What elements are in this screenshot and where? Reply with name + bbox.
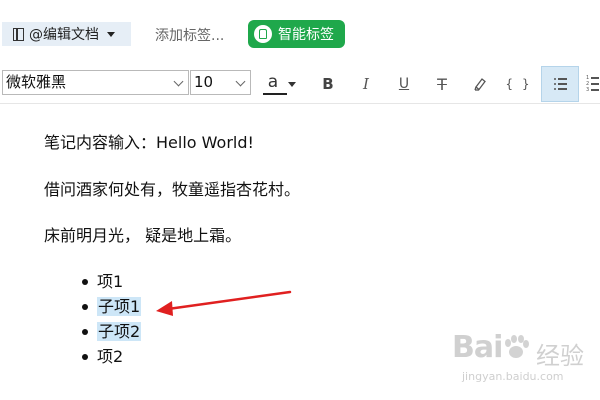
smart-tag-button[interactable]: 智能标签	[248, 20, 345, 48]
code-button[interactable]: { }	[504, 69, 532, 99]
smart-tag-label: 智能标签	[278, 27, 334, 43]
notebook-selector-button[interactable]: @编辑文档	[2, 22, 131, 46]
add-tag-input[interactable]: 添加标签...	[155, 25, 224, 45]
paragraph: 床前明月光， 疑是地上霜。	[44, 226, 242, 245]
tag-icon	[254, 25, 272, 43]
bold-icon: B	[322, 75, 334, 93]
strikethrough-icon: T	[437, 74, 447, 94]
notebook-label: @编辑文档	[29, 27, 99, 43]
chevron-down-icon	[235, 76, 246, 87]
highlighter-button[interactable]	[466, 69, 494, 99]
format-toolbar: 微软雅黑 10 a B I U T { } 123	[0, 64, 600, 104]
list-item-label: 项2	[97, 347, 124, 366]
list-item: 子项2	[80, 319, 142, 344]
bold-button[interactable]: B	[314, 69, 342, 99]
list-item: 项1	[80, 269, 141, 294]
highlighter-icon	[474, 78, 486, 91]
watermark-brand-text: 经验	[536, 342, 584, 370]
list-item: 项2	[80, 344, 141, 369]
list-item-label: 项1	[97, 272, 124, 291]
font-family-select[interactable]: 微软雅黑	[2, 70, 189, 95]
watermark-logo-text: Bai	[452, 330, 503, 365]
numbered-list-icon: 123	[586, 76, 600, 93]
top-bar: @编辑文档 添加标签... 智能标签	[0, 0, 600, 64]
strikethrough-button[interactable]: T	[428, 69, 456, 99]
watermark: Bai 经验 jingyan.baidu.com	[452, 330, 592, 390]
watermark-url: jingyan.baidu.com	[462, 370, 564, 383]
italic-button[interactable]: I	[352, 69, 380, 99]
chevron-down-icon	[173, 76, 184, 87]
bulleted-list-button[interactable]	[541, 66, 579, 102]
dropdown-icon	[107, 31, 115, 37]
numbered-list-button[interactable]: 123	[586, 69, 600, 99]
list-item-label: 子项1	[97, 297, 142, 316]
list-item: 子项1	[80, 294, 142, 319]
font-size-value: 10	[194, 73, 214, 91]
font-size-select[interactable]: 10	[190, 70, 251, 95]
paragraph: 借问酒家何处有，牧童遥指杏花村。	[44, 180, 301, 199]
annotation-arrow	[156, 290, 292, 316]
underline-icon: U	[398, 76, 410, 92]
font-family-value: 微软雅黑	[6, 73, 67, 91]
dropdown-icon[interactable]	[288, 81, 297, 87]
font-color-button[interactable]: a	[260, 69, 304, 99]
italic-icon: I	[363, 75, 369, 93]
paw-icon	[505, 335, 529, 358]
code-icon: { }	[505, 77, 531, 91]
list-item-label: 子项2	[97, 322, 142, 341]
bulleted-list: 项1 子项1 子项2 项2	[80, 269, 142, 369]
font-color-icon: a	[267, 72, 279, 92]
notebook-icon	[13, 27, 24, 41]
bulleted-list-icon	[553, 78, 567, 90]
underline-button[interactable]: U	[390, 69, 418, 99]
font-color-bar	[263, 93, 287, 95]
paragraph: 笔记内容输入：Hello World!	[44, 133, 254, 152]
